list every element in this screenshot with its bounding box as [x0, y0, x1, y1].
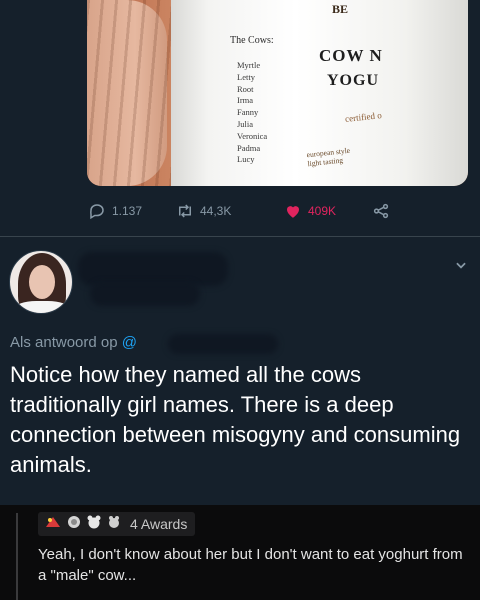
cow-name: Julia [237, 118, 254, 129]
reply-to-handle[interactable]: @ [122, 334, 137, 351]
redacted-reply-handle [168, 334, 278, 354]
comment-text: Yeah, I don't know about her but I don't… [38, 546, 463, 584]
avatar-face [29, 265, 55, 299]
bottle-brand-top: BE [332, 2, 349, 16]
redacted-handle [90, 282, 200, 306]
tweet-action-bar: 1.137 44,3K 409K [0, 202, 480, 224]
bottle-cow-names: Myrtle Letty Root Irma Fanny Julia Veron… [237, 60, 267, 166]
bottle-cows-title: The Cows: [230, 35, 274, 46]
redacted-display-name [78, 252, 228, 286]
reply-to-line: Als antwoord op @ [10, 334, 137, 351]
bottle-brand-line1: COW N [319, 46, 383, 65]
award-icon [67, 515, 81, 534]
reply-to-prefix: Als antwoord op [10, 334, 118, 351]
cow-name: Myrtle [237, 60, 261, 70]
retweet-count: 44,3K [200, 204, 232, 218]
share-icon [372, 202, 390, 220]
bottle-brand-line2: YOGU [327, 72, 379, 89]
tweet-photo[interactable]: BE The Cows: Myrtle Letty Root Irma Fann… [87, 0, 468, 186]
tweet-divider [0, 236, 480, 237]
cow-name: Fanny [237, 107, 259, 118]
award-icon [107, 515, 121, 534]
cow-name: Lucy [237, 154, 255, 165]
like-count: 409K [308, 204, 337, 218]
like-button[interactable]: 409K [284, 202, 336, 220]
reply-button[interactable]: 1.137 [88, 202, 142, 220]
retweet-icon [176, 202, 194, 220]
thread-rail[interactable] [16, 513, 18, 600]
cow-name: Root [237, 83, 254, 94]
retweet-button[interactable]: 44,3K [176, 202, 231, 220]
awards-label: 4 Awards [130, 516, 188, 532]
chevron-down-icon[interactable] [454, 258, 468, 277]
heart-icon [284, 202, 302, 220]
reply-tweet-text: Notice how they named all the cows tradi… [10, 362, 461, 477]
tweet-card: BE The Cows: Myrtle Letty Root Irma Fann… [0, 0, 480, 505]
award-icon [44, 515, 62, 534]
avatar-shirt [14, 301, 70, 313]
reply-icon [88, 202, 106, 220]
awards-badge[interactable]: 4 Awards [38, 512, 196, 536]
award-icon [86, 515, 102, 534]
share-button[interactable] [372, 202, 390, 220]
cow-name: Veronica [237, 130, 268, 141]
avatar[interactable] [9, 250, 73, 314]
cow-name: Padma [237, 142, 261, 153]
cow-name: Letty [237, 71, 255, 82]
cow-name: Irma [237, 95, 254, 106]
reply-count: 1.137 [112, 204, 143, 218]
